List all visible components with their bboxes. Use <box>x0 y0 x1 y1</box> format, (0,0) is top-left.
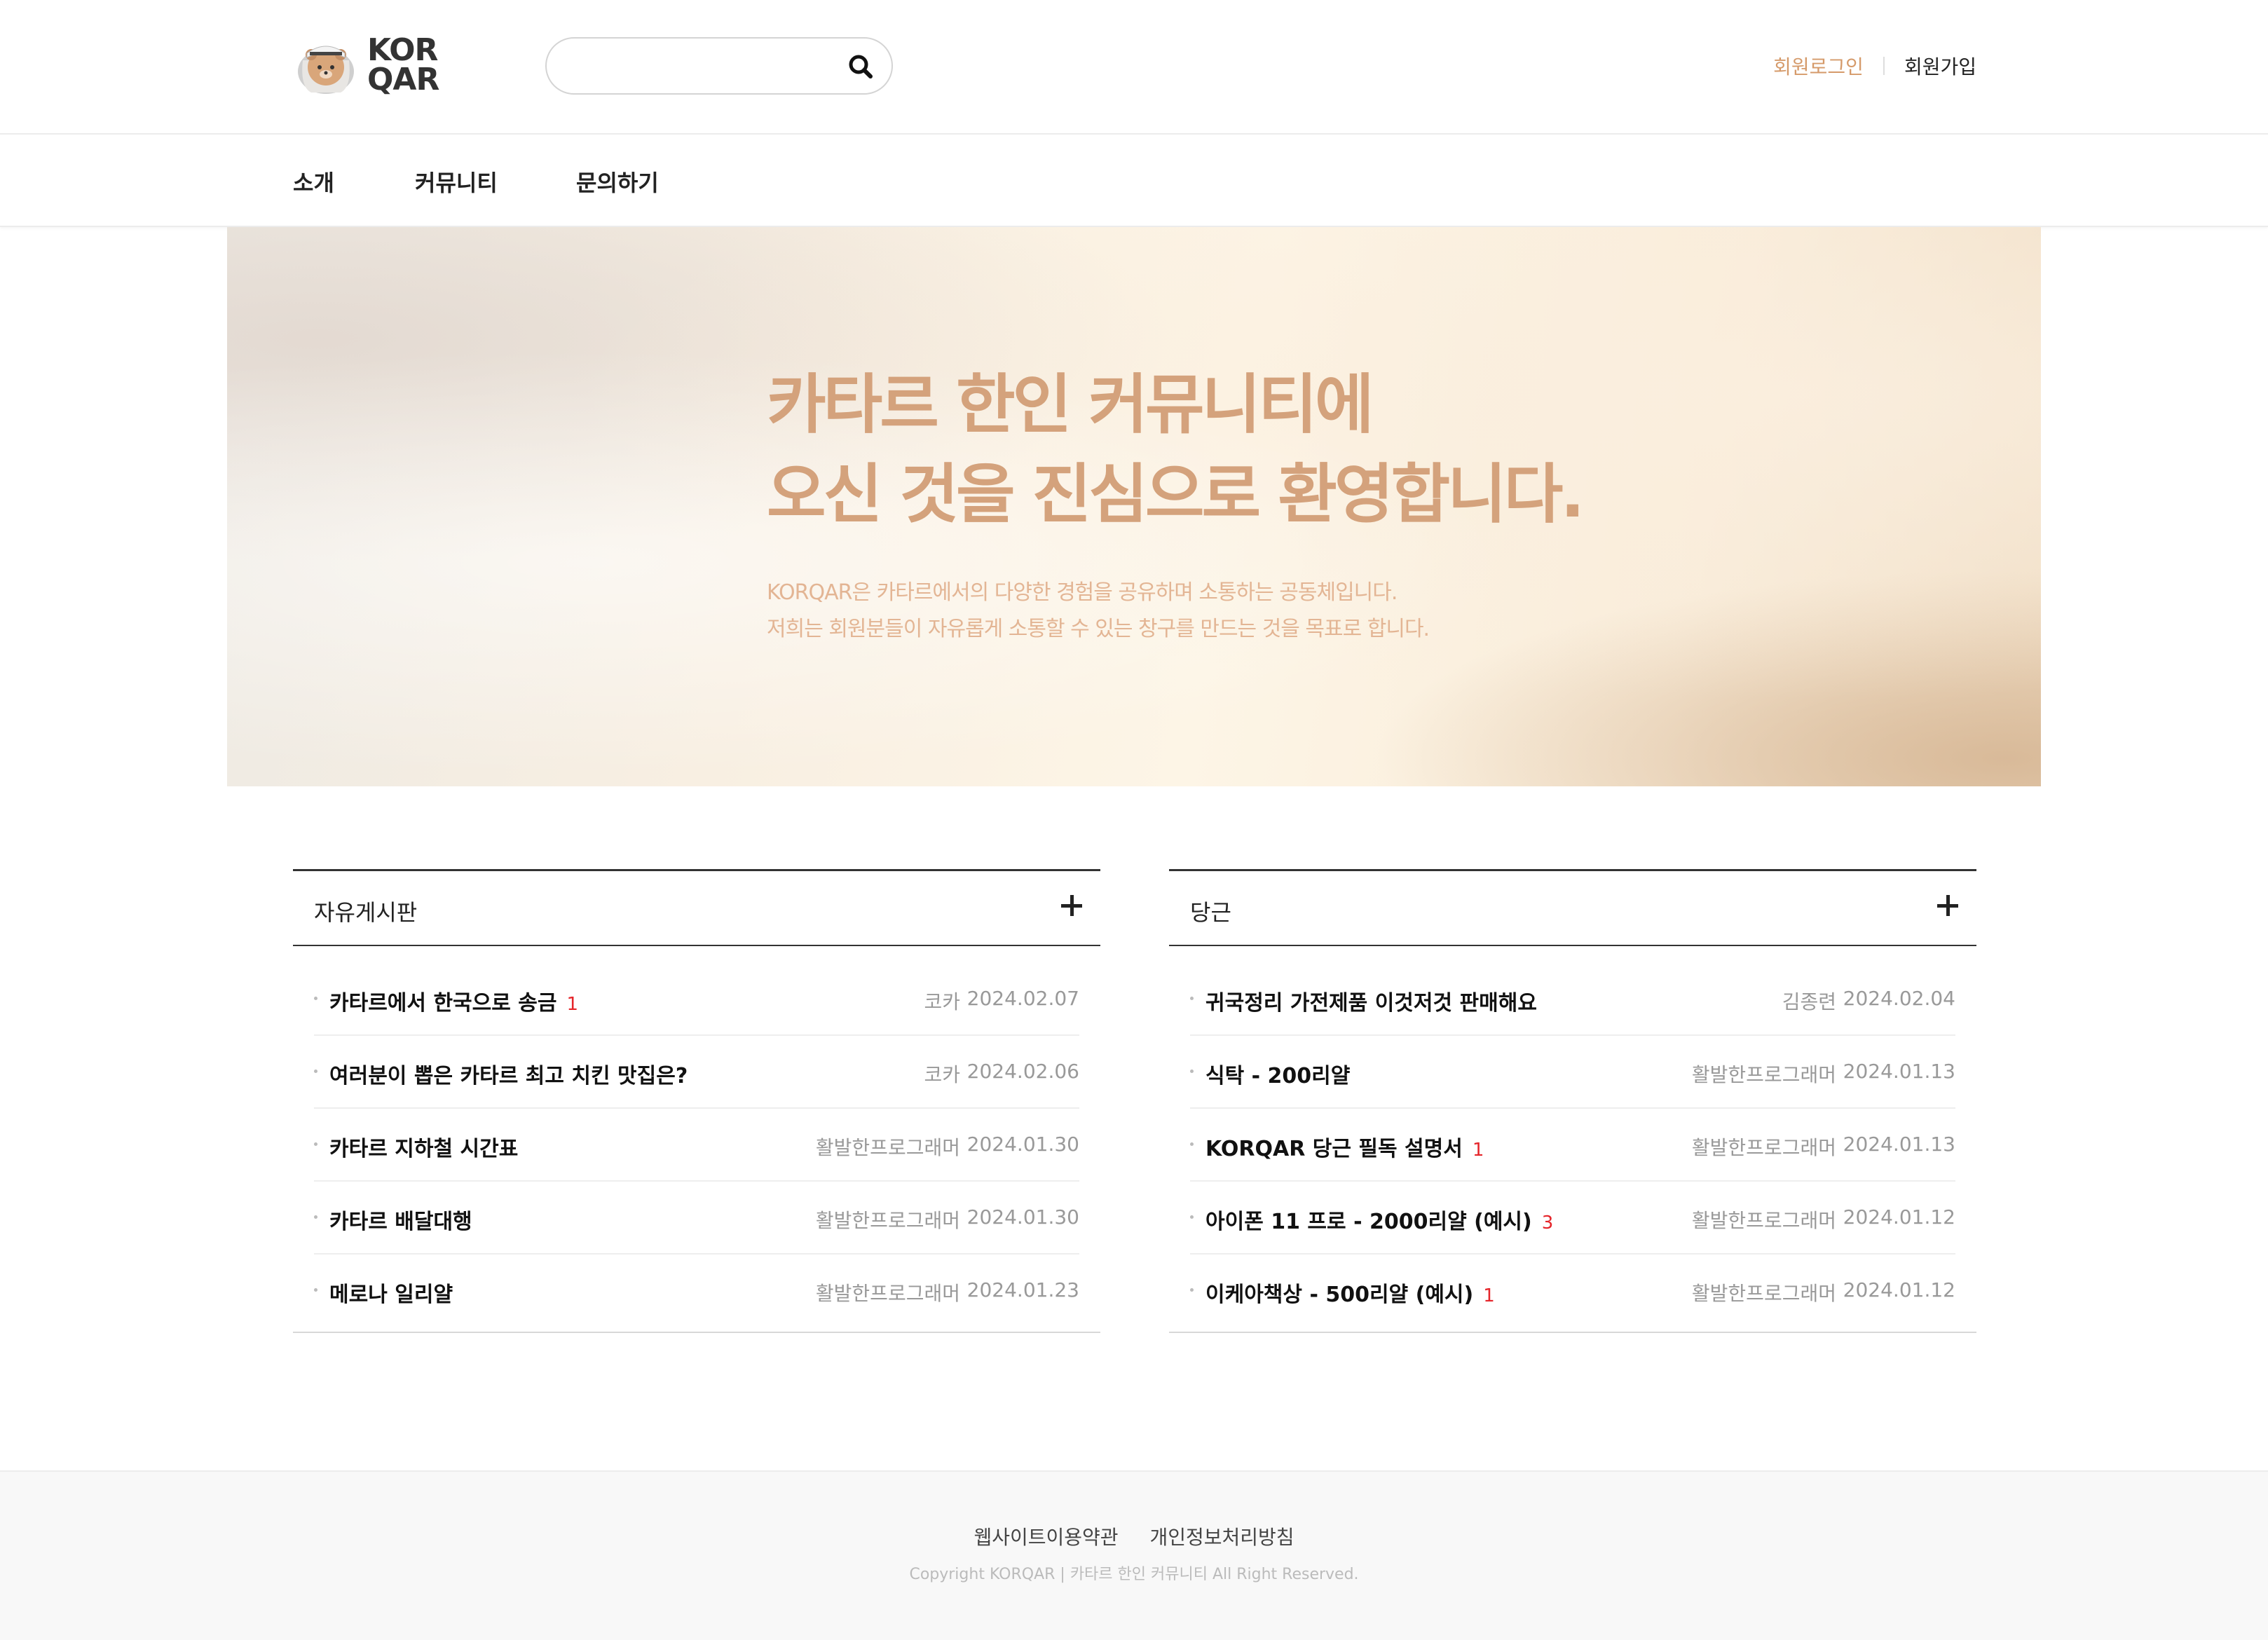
main-nav: 소개 커뮤니티 문의하기 <box>0 135 2268 227</box>
post-author: 활발한프로그래머 <box>815 1136 960 1159</box>
bullet-icon <box>314 1142 317 1146</box>
post-date: 2024.01.12 <box>1843 1205 1955 1229</box>
post-subject[interactable]: 카타르 배달대행 <box>329 1204 482 1235</box>
bear-mascot-logo-icon <box>298 46 354 94</box>
hero-desc-line2: 저희는 회원분들이 자유롭게 소통할 수 있는 창구를 만드는 것을 목표로 합… <box>767 617 1430 641</box>
logo-wordmark: KOR QAR <box>367 32 439 97</box>
post-date: 2024.01.30 <box>966 1205 1079 1229</box>
board-header: 자유게시판 <box>293 869 1100 946</box>
bullet-icon <box>314 997 317 1000</box>
post-date: 2024.01.23 <box>966 1278 1079 1301</box>
hero-banner: 카타르 한인 커뮤니티에 오신 것을 진심으로 환영합니다. KORQAR은 카… <box>227 227 2041 786</box>
copyright: Copyright KORQAR | 카타르 한인 커뮤니티 All Right… <box>909 1566 1359 1583</box>
post-date: 2024.01.30 <box>966 1133 1079 1156</box>
hero-title-line1: 카타르 한인 커뮤니티에 <box>767 367 1374 442</box>
post-subject[interactable]: 아이폰 11 프로 - 2000리얄 (예시) 3 <box>1205 1204 1553 1235</box>
nav-item-community[interactable]: 커뮤니티 <box>415 165 498 198</box>
logo-text-line1: KOR <box>367 32 438 68</box>
post-subject[interactable]: 카타르 지하철 시간표 <box>329 1131 528 1162</box>
hero-title: 카타르 한인 커뮤니티에 오신 것을 진심으로 환영합니다. <box>767 360 1585 540</box>
bullet-icon <box>314 1070 317 1073</box>
list-item[interactable]: 여러분이 뽑은 카타르 최고 치킨 맛집은? 코카 2024.02.06 <box>314 1036 1079 1109</box>
post-date: 2024.01.13 <box>1843 1133 1955 1156</box>
bullet-icon <box>1190 1070 1194 1073</box>
post-author: 김종련 <box>1782 990 1836 1013</box>
post-subject[interactable]: 카타르에서 한국으로 송금 1 <box>329 985 578 1016</box>
list-item[interactable]: 귀국정리 가전제품 이것저것 판매해요 김종련 2024.02.04 <box>1190 963 1955 1036</box>
bullet-icon <box>1190 997 1194 1000</box>
footer-links: 웹사이트이용약관 개인정보처리방침 <box>0 1522 2268 1550</box>
list-item[interactable]: 카타르 배달대행 활발한프로그래머 2024.01.30 <box>314 1182 1079 1255</box>
plus-icon[interactable] <box>1937 895 1958 916</box>
search-icon[interactable] <box>845 51 876 82</box>
comment-count: 1 <box>1483 1285 1495 1306</box>
post-date: 2024.01.13 <box>1843 1060 1955 1083</box>
join-link[interactable]: 회원가입 <box>1904 52 1976 80</box>
list-item[interactable]: KORQAR 당근 필독 설명서 1 활발한프로그래머 2024.01.13 <box>1190 1109 1955 1182</box>
post-subject[interactable]: 귀국정리 가전제품 이것저것 판매해요 <box>1205 985 1547 1016</box>
search-input[interactable] <box>568 48 837 85</box>
post-subject[interactable]: 이케아책상 - 500리얄 (예시) 1 <box>1205 1277 1495 1308</box>
post-author: 활발한프로그래머 <box>1691 1063 1836 1086</box>
hero-desc-line1: KORQAR은 카타르에서의 다양한 경험을 공유하며 소통하는 공동체입니다. <box>767 580 1398 605</box>
post-list: 카타르에서 한국으로 송금 1 코카 2024.02.07 여러분이 뽑은 카타르… <box>293 946 1100 1333</box>
privacy-link[interactable]: 개인정보처리방침 <box>1149 1526 1294 1549</box>
bullet-icon <box>314 1288 317 1292</box>
comment-count: 3 <box>1541 1212 1554 1234</box>
site-header: KOR QAR 회원로그인 회원가입 <box>0 0 2268 135</box>
list-item[interactable]: 카타르 지하철 시간표 활발한프로그래머 2024.01.30 <box>314 1109 1079 1182</box>
post-subject[interactable]: 여러분이 뽑은 카타르 최고 치킨 맛집은? <box>329 1058 697 1089</box>
post-subject[interactable]: 식탁 - 200리얄 <box>1205 1058 1360 1089</box>
list-item[interactable]: 이케아책상 - 500리얄 (예시) 1 활발한프로그래머 2024.01.12 <box>1190 1255 1955 1332</box>
comment-count: 1 <box>1472 1140 1484 1161</box>
post-date: 2024.01.12 <box>1843 1278 1955 1301</box>
list-item[interactable]: 메로나 일리얄 활발한프로그래머 2024.01.23 <box>314 1255 1079 1332</box>
login-link[interactable]: 회원로그인 <box>1773 52 1864 80</box>
bullet-icon <box>1190 1288 1194 1292</box>
comment-count: 1 <box>566 994 579 1015</box>
member-divider <box>1883 57 1885 75</box>
bullet-icon <box>1190 1142 1194 1146</box>
post-author: 활발한프로그래머 <box>815 1209 960 1232</box>
site-logo[interactable]: KOR QAR <box>293 35 439 95</box>
list-item[interactable]: 식탁 - 200리얄 활발한프로그래머 2024.01.13 <box>1190 1036 1955 1109</box>
post-author: 활발한프로그래머 <box>815 1282 960 1305</box>
logo-text-line2: QAR <box>367 62 439 97</box>
post-author: 활발한프로그래머 <box>1691 1209 1836 1232</box>
post-author: 활발한프로그래머 <box>1691 1282 1836 1305</box>
post-author: 코카 <box>924 1063 960 1086</box>
post-author: 코카 <box>924 990 960 1013</box>
board-header: 당근 <box>1169 869 1976 946</box>
post-date: 2024.02.06 <box>966 1060 1079 1083</box>
post-subject[interactable]: KORQAR 당근 필독 설명서 1 <box>1205 1131 1484 1162</box>
post-subject[interactable]: 메로나 일리얄 <box>329 1277 463 1308</box>
bullet-icon <box>314 1215 317 1219</box>
search-box <box>545 37 893 95</box>
terms-link[interactable]: 웹사이트이용약관 <box>974 1526 1118 1549</box>
post-list: 귀국정리 가전제품 이것저것 판매해요 김종련 2024.02.04 식탁 - … <box>1169 946 1976 1333</box>
list-item[interactable]: 아이폰 11 프로 - 2000리얄 (예시) 3 활발한프로그래머 2024.0… <box>1190 1182 1955 1255</box>
nav-item-contact[interactable]: 문의하기 <box>576 165 659 198</box>
post-date: 2024.02.04 <box>1843 987 1955 1010</box>
board-free: 자유게시판 카타르에서 한국으로 송금 1 코카 2024.02.07 여러분이 … <box>293 869 1100 1333</box>
nav-item-about[interactable]: 소개 <box>293 165 334 198</box>
post-date: 2024.02.07 <box>966 987 1079 1010</box>
plus-icon[interactable] <box>1061 895 1082 916</box>
board-title[interactable]: 당근 <box>1190 895 1231 927</box>
board-title[interactable]: 자유게시판 <box>314 895 417 927</box>
member-menu: 회원로그인 회원가입 <box>1773 52 1976 80</box>
bullet-icon <box>1190 1215 1194 1219</box>
post-author: 활발한프로그래머 <box>1691 1136 1836 1159</box>
board-market: 당근 귀국정리 가전제품 이것저것 판매해요 김종련 2024.02.04 식탁… <box>1169 869 1976 1333</box>
hero-title-line2: 오신 것을 진심으로 환영합니다. <box>767 457 1585 532</box>
list-item[interactable]: 카타르에서 한국으로 송금 1 코카 2024.02.07 <box>314 963 1079 1036</box>
site-footer: 웹사이트이용약관 개인정보처리방침 Copyright KORQAR | 카타르… <box>0 1470 2268 1640</box>
hero-description: KORQAR은 카타르에서의 다양한 경험을 공유하며 소통하는 공동체입니다.… <box>767 575 1430 648</box>
